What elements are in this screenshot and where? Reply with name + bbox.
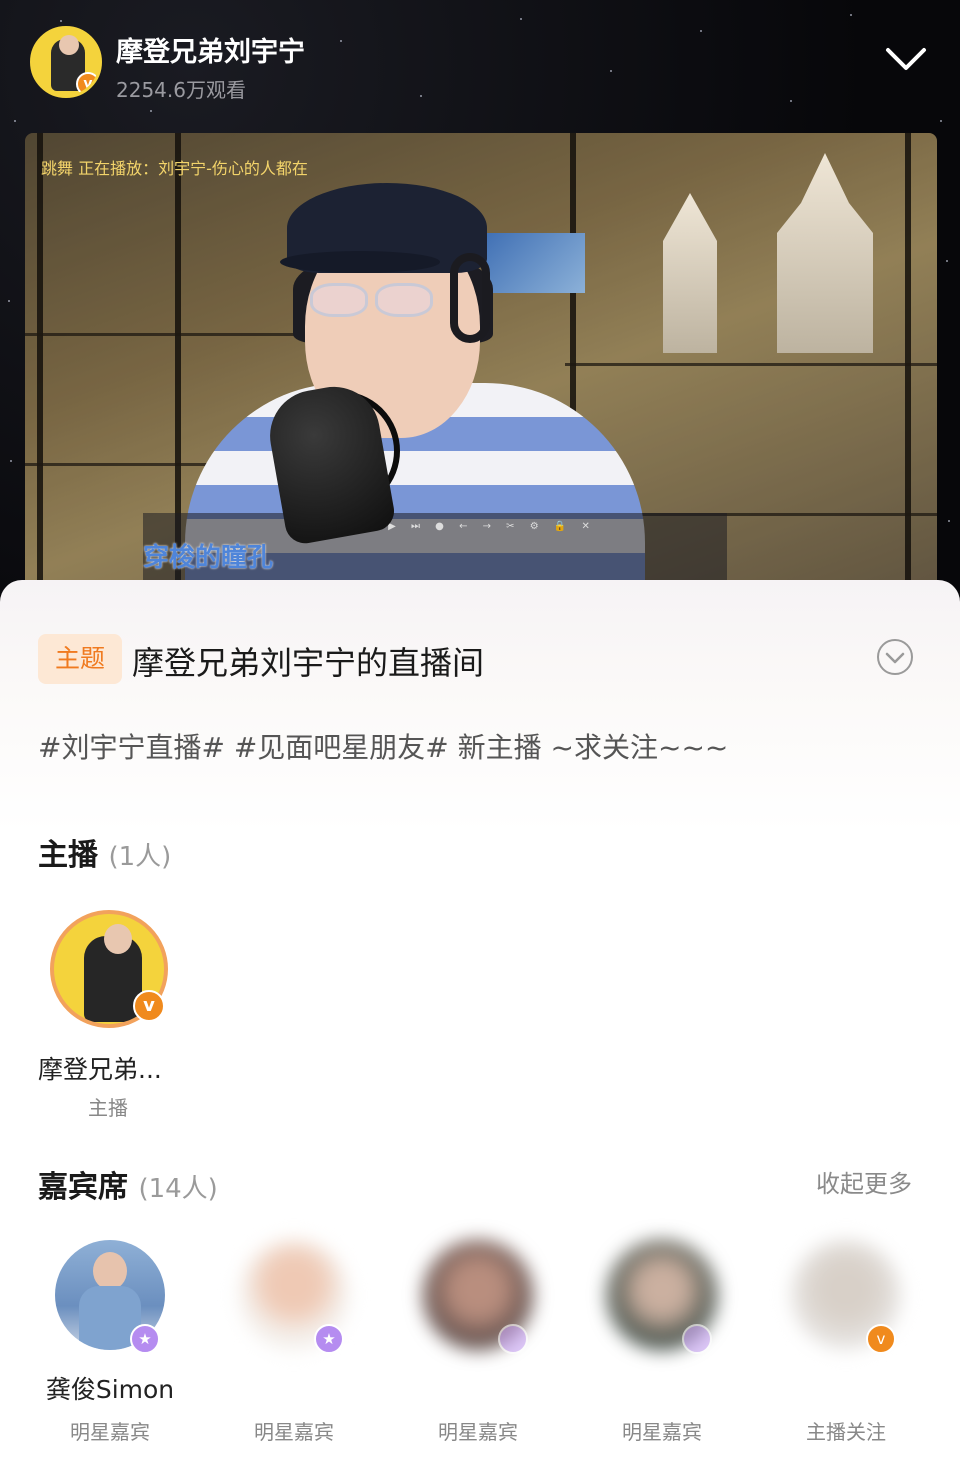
host-card-role: 主播 [88,1096,128,1120]
host-section-label: 主播 [38,838,98,873]
host-section-count: (1人) [108,842,172,872]
guest-role: 主播关注 [806,1420,886,1444]
star-badge-icon [498,1324,528,1354]
chevron-down-icon[interactable] [884,44,928,74]
host-name[interactable]: 摩登兄弟刘宇宁 [116,30,305,69]
circle-chevron-down-icon[interactable] [876,638,914,676]
guest-section-label: 嘉宾席 [38,1170,128,1205]
guest-role: 明星嘉宾 [254,1420,334,1444]
star-badge-icon [682,1324,712,1354]
guest-role: 明星嘉宾 [70,1420,150,1444]
guest-section-title: 嘉宾席 (14人) [38,1162,218,1206]
guest-card[interactable]: 明星嘉宾 [398,1240,558,1444]
hashtags[interactable]: #刘宇宁直播# #见面吧星朋友# 新主播 ~求关注~~~ [38,726,728,766]
verified-badge-icon: v [866,1324,896,1354]
star-badge-icon: ★ [314,1324,344,1354]
topic-tag: 主题 [38,634,122,684]
guest-section-count: (14人) [138,1174,218,1204]
guest-card[interactable]: ★ 龚俊Simon 明星嘉宾 [30,1240,190,1444]
live-video[interactable]: ◎ ▯g ⏮ ▶ ⏭ ● ← → ✂ ⚙ 🔒 ✕ 跳舞 正在播放：刘宇宁-伤心的… [25,133,937,603]
star-badge-icon: ★ [130,1324,160,1354]
room-info-sheet: 主题 摩登兄弟刘宇宁的直播间 #刘宇宁直播# #见面吧星朋友# 新主播 ~求关注… [0,580,960,1483]
verified-badge-icon: v [133,990,165,1022]
host-card-name[interactable]: 摩登兄弟... [38,1050,162,1086]
guest-card[interactable]: ★ 明星嘉宾 [214,1240,374,1444]
guest-role: 明星嘉宾 [438,1420,518,1444]
viewer-count: 2254.6万观看 [116,78,246,102]
collapse-more-button[interactable]: 收起更多 [816,1164,912,1199]
now-playing-text: 跳舞 正在播放：刘宇宁-伤心的人都在 [41,159,308,178]
guest-name: 龚俊Simon [45,1375,175,1404]
lyric-text: 穿梭的瞳孔 [143,543,274,573]
room-title: 摩登兄弟刘宇宁的直播间 [132,644,485,682]
host-avatar-small[interactable]: v [30,26,102,98]
stream-header: v 摩登兄弟刘宇宁 2254.6万观看 [30,26,930,102]
verified-badge-icon: v [76,72,99,95]
guest-card[interactable]: v 主播关注 [766,1240,926,1444]
host-section-title: 主播 (1人) [38,830,171,874]
guest-card[interactable]: 明星嘉宾 [582,1240,742,1444]
guest-role: 明星嘉宾 [622,1420,702,1444]
